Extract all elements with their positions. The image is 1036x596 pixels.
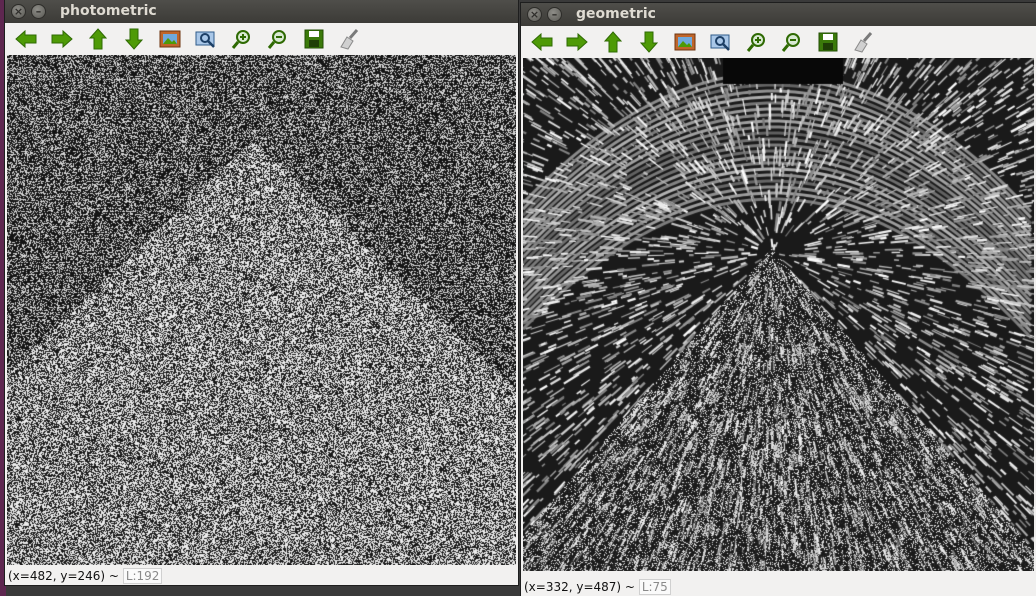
zoom-out-icon[interactable] [265,27,291,51]
pixel-value: L:75 [638,579,671,595]
arrow-down-icon[interactable] [121,27,147,51]
window-title: photometric [60,3,157,19]
arrow-left-icon[interactable] [529,30,555,54]
pixel-coordinates: (x=482, y=246) ~ [8,569,119,583]
minimize-icon[interactable]: – [547,7,562,22]
arrow-up-icon[interactable] [600,30,626,54]
zoom-fit-icon[interactable] [193,27,219,51]
photometric-toolbar [5,23,518,55]
photometric-titlebar[interactable]: × – photometric [5,0,518,23]
zoom-in-icon[interactable] [744,30,770,54]
geometric-statusbar: (x=332, y=487) ~ L:75 [521,578,1036,596]
arrow-up-icon[interactable] [85,27,111,51]
clear-brush-icon[interactable] [337,27,363,51]
close-icon[interactable]: × [527,7,542,22]
photometric-window: × – photometric (x=482, y=246) ~ L:192 [5,0,518,585]
save-icon[interactable] [815,30,841,54]
geometric-window: × – geometric (x=332, y=487) ~ L:75 [521,3,1036,596]
zoom-out-icon[interactable] [779,30,805,54]
arrow-right-icon[interactable] [49,27,75,51]
clear-brush-icon[interactable] [851,30,877,54]
photometric-image-view[interactable] [7,55,516,565]
desktop-background: × – photometric (x=482, y=246) ~ L:192 ×… [0,0,1036,596]
pixel-coordinates: (x=332, y=487) ~ [524,580,635,594]
geometric-toolbar [521,26,1036,58]
close-icon[interactable]: × [11,4,26,19]
pixel-value: L:192 [122,568,163,584]
image-icon[interactable] [672,30,698,54]
image-icon[interactable] [157,27,183,51]
geometric-titlebar[interactable]: × – geometric [521,3,1036,26]
window-title: geometric [576,6,656,22]
save-icon[interactable] [301,27,327,51]
photometric-image[interactable] [7,55,516,565]
arrow-left-icon[interactable] [13,27,39,51]
minimize-icon[interactable]: – [31,4,46,19]
zoom-fit-icon[interactable] [708,30,734,54]
photometric-statusbar: (x=482, y=246) ~ L:192 [5,567,518,585]
geometric-image-view[interactable] [523,58,1034,571]
arrow-down-icon[interactable] [636,30,662,54]
zoom-in-icon[interactable] [229,27,255,51]
arrow-right-icon[interactable] [564,30,590,54]
geometric-image[interactable] [523,58,1034,571]
